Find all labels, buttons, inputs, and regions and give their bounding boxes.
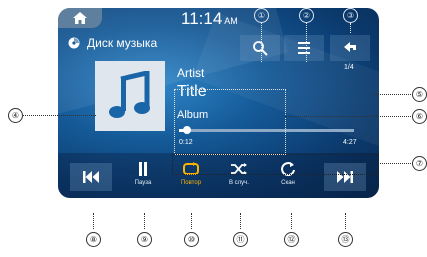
previous-button[interactable] [70, 163, 112, 191]
shuffle-label: В случ. [229, 180, 249, 186]
controls-highlight-box [172, 154, 379, 175]
callout-8: ⑧ [86, 232, 101, 247]
leader-line [345, 213, 346, 229]
leader-line [372, 94, 411, 95]
pause-button[interactable]: Пауза [123, 158, 163, 194]
repeat-label: Повтор [180, 180, 202, 186]
list-button[interactable] [284, 35, 324, 61]
leader-line [240, 213, 241, 229]
pause-label: Пауза [134, 180, 152, 186]
leader-line [285, 116, 411, 117]
previous-icon [83, 171, 99, 183]
leader-line [191, 213, 192, 229]
search-button[interactable] [240, 35, 280, 61]
callout-12: ⑫ [284, 232, 299, 247]
callout-4: ④ [8, 108, 23, 123]
leader-line [23, 115, 96, 116]
disc-icon [68, 37, 80, 49]
callout-11: ⑪ [233, 232, 248, 247]
total-time: 4:27 [343, 139, 357, 146]
album-cover [95, 61, 165, 131]
search-icon [253, 41, 268, 56]
home-icon [73, 12, 87, 24]
callout-7: ⑦ [412, 156, 427, 171]
clock: 11:14 AM [181, 9, 238, 29]
leader-line [350, 23, 351, 33]
leader-line [306, 23, 307, 62]
source-title: Диск музыка [87, 36, 158, 50]
back-button[interactable] [330, 35, 370, 61]
callout-10: ⑩ [184, 232, 199, 247]
callout-13: ⑬ [338, 232, 353, 247]
music-note-icon [109, 71, 150, 118]
callout-6: ⑥ [412, 109, 427, 124]
info-highlight-box [174, 89, 286, 155]
scan-label: Скан [281, 180, 295, 186]
leader-line [93, 213, 94, 229]
callout-9: ⑨ [137, 232, 152, 247]
list-icon [298, 42, 310, 54]
pause-icon [139, 162, 147, 176]
callout-1: ① [254, 8, 269, 23]
artist-label: Artist [177, 66, 205, 80]
callout-2: ② [299, 8, 314, 23]
clock-ampm: AM [224, 16, 238, 26]
back-arrow-icon [344, 42, 356, 52]
callout-3: ③ [343, 8, 358, 23]
callout-5: ⑤ [412, 87, 427, 102]
home-button[interactable] [58, 8, 102, 28]
page-indicator: 1/4 [344, 64, 354, 71]
clock-time: 11:14 [181, 9, 223, 28]
leader-line [291, 213, 292, 229]
leader-line [261, 23, 262, 62]
leader-line [378, 163, 411, 164]
leader-line [144, 213, 145, 229]
